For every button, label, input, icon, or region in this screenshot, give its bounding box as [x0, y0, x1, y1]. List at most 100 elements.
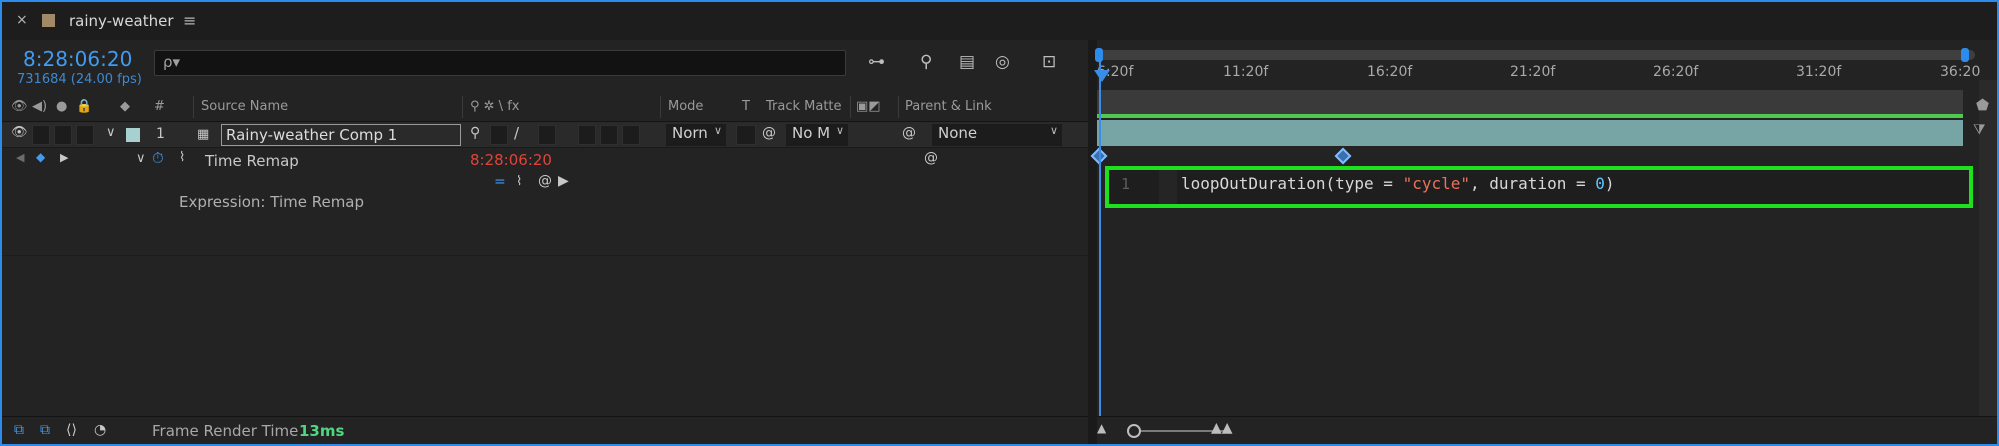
comp-button-icon[interactable]: ⧩ [1973, 122, 1986, 138]
shy-switch-icon[interactable]: ⚲ [470, 125, 480, 141]
search-input[interactable]: ρ▾ [154, 50, 846, 76]
blend-mode-value: Norn [672, 124, 708, 142]
comp-marker-bin-icon[interactable]: ⬟ [1976, 96, 1989, 114]
status-bar: ⧉ ⧉ ⟨⟩ ◔ Frame Render Time 13ms [2, 416, 1088, 444]
column-separator [193, 96, 194, 118]
chevron-down-icon: ∨ [835, 124, 844, 137]
effect-switch[interactable] [538, 125, 556, 145]
panel-divider[interactable] [1088, 40, 1097, 444]
graph-editor-icon[interactable]: ⊡ [1042, 52, 1056, 72]
mode-header: Mode [668, 99, 704, 114]
collapse-switch[interactable] [490, 125, 508, 145]
zoom-out-icon[interactable]: ▲ [1097, 421, 1106, 435]
column-separator [660, 96, 661, 118]
work-area-end-handle[interactable] [1961, 48, 1969, 62]
comp-color-swatch [42, 14, 55, 27]
tab-title[interactable]: rainy-weather [69, 12, 174, 30]
lock-header-icon: 🔒 [76, 99, 93, 114]
shy-layers-icon[interactable]: ⚲ [920, 52, 932, 72]
column-separator [462, 96, 463, 118]
expression-graph-icon[interactable]: ⌇ [516, 174, 522, 189]
layer-row[interactable]: 👁 ∨ 1 ▦ Rainy-weather Comp 1 ⚲ / Norn ∨ … [2, 122, 1088, 148]
column-separator [898, 96, 899, 118]
time-ruler[interactable] [1097, 90, 1963, 116]
label-color-swatch[interactable] [126, 128, 140, 142]
parent-link-header: Parent & Link [905, 99, 992, 114]
add-keyframe-icon[interactable]: ◆ [36, 150, 45, 164]
enable-expression-icon[interactable]: = [494, 174, 506, 190]
label-header-icon: ◆ [120, 99, 130, 114]
layer-name: Rainy-weather Comp 1 [226, 126, 398, 144]
chevron-down-icon: ∨ [1049, 124, 1058, 137]
motion-blur-icon[interactable]: ◎ [995, 52, 1010, 72]
solo-toggle[interactable] [54, 125, 72, 145]
expression-editor[interactable]: 1 loopOutDuration(type = "cycle", durati… [1105, 166, 1973, 208]
code-string: "cycle" [1402, 174, 1470, 193]
expression-language-menu-icon[interactable]: ▶ [558, 173, 569, 189]
track-matte-header: Track Matte [766, 99, 842, 114]
frame-blend-switch[interactable] [578, 125, 596, 145]
code-param: , duration = [1470, 174, 1596, 193]
code-function: loopOutDuration(type = [1181, 174, 1403, 193]
zoom-slider-thumb[interactable] [1127, 424, 1141, 438]
parent-pickwhip-icon[interactable]: @ [902, 125, 916, 141]
editor-gutter [1159, 170, 1177, 204]
modes-toggle-icon[interactable]: ⧉ [40, 422, 50, 438]
quality-switch-icon[interactable]: / [514, 124, 519, 142]
expression-code[interactable]: loopOutDuration(type = "cycle", duration… [1181, 174, 1615, 193]
timeline-zoom-bar: ▲ ▲▲ [1097, 416, 1997, 444]
track-matte-dropdown[interactable]: No M ∨ [786, 124, 848, 146]
close-icon[interactable]: × [16, 12, 28, 28]
expression-pickwhip-icon[interactable]: @ [924, 150, 938, 166]
frame-render-time-value: 13ms [299, 422, 345, 440]
adjustment-switch[interactable] [622, 125, 640, 145]
expression-pickwhip-icon[interactable]: @ [538, 173, 552, 189]
graph-icon[interactable]: ⌇ [179, 150, 185, 165]
current-time-display[interactable]: 8:28:06:20 [23, 47, 132, 71]
render-time-toggle-icon[interactable]: ◔ [94, 422, 106, 438]
track-matte-pickwhip-icon[interactable]: @ [762, 125, 776, 141]
layer-switches-toggle-icon[interactable]: ⧉ [14, 422, 24, 438]
cache-indicator-bar [1097, 114, 1963, 118]
time-ruler-tick: 36:20 [1940, 64, 1981, 80]
chevron-down-icon[interactable]: ∨ [136, 151, 146, 166]
work-area-bar[interactable] [1097, 50, 1975, 60]
audio-toggle[interactable] [32, 125, 50, 145]
prev-keyframe-icon[interactable]: ◀ [16, 151, 24, 164]
parent-value: None [938, 124, 978, 142]
stopwatch-icon[interactable]: ⏱ [152, 149, 164, 167]
property-name: Time Remap [205, 152, 299, 170]
eye-icon[interactable]: 👁 [11, 125, 28, 140]
audio-header-icon: ◀) [32, 99, 48, 114]
timeline-panel: 6:20f 11:20f 16:20f 21:20f 26:20f 31:20f… [1090, 40, 1997, 444]
next-keyframe-icon[interactable]: ▶ [60, 151, 68, 164]
time-ruler-tick: 31:20f [1796, 64, 1842, 80]
lock-toggle[interactable] [76, 125, 94, 145]
blend-mode-dropdown[interactable]: Norn ∨ [666, 124, 726, 146]
matte-icons-header: ▣◩ [856, 99, 881, 114]
source-name-header[interactable]: Source Name [201, 99, 288, 114]
in-out-toggle-icon[interactable]: ⟨⟩ [66, 422, 77, 438]
chevron-down-icon: ∨ [713, 124, 722, 137]
parent-dropdown[interactable]: None ∨ [932, 124, 1062, 146]
time-ruler-tick: 11:20f [1223, 64, 1269, 80]
time-ruler-tick: 16:20f [1367, 64, 1413, 80]
chevron-down-icon[interactable]: ∨ [106, 125, 116, 140]
panel-menu-icon[interactable]: ≡ [183, 11, 196, 30]
playhead-handle-icon[interactable] [1094, 70, 1110, 82]
line-number: 1 [1121, 175, 1131, 193]
frame-blending-icon[interactable]: ▤ [959, 52, 975, 72]
property-value[interactable]: 8:28:06:20 [470, 151, 552, 169]
layer-name-field[interactable]: Rainy-weather Comp 1 [221, 124, 461, 146]
preserve-transparency-toggle[interactable] [736, 125, 756, 145]
composition-flowchart-icon[interactable]: ⊶ [868, 52, 885, 72]
number-header: # [154, 99, 165, 114]
layer-duration-bar[interactable] [1097, 120, 1963, 146]
layer-panel: 8:28:06:20 731684 (24.00 fps) ρ▾ ⊶ ⚲ ▤ ◎… [2, 40, 1088, 416]
current-time-indicator[interactable] [1094, 58, 1110, 428]
code-number: 0 [1595, 174, 1605, 193]
motion-blur-switch[interactable] [600, 125, 618, 145]
keyframe-marker[interactable] [1334, 147, 1352, 165]
zoom-in-icon[interactable]: ▲▲ [1211, 420, 1233, 436]
property-row[interactable]: ◀ ◆ ▶ ∨ ⏱ ⌇ Time Remap 8:28:06:20 @ [2, 148, 1088, 172]
